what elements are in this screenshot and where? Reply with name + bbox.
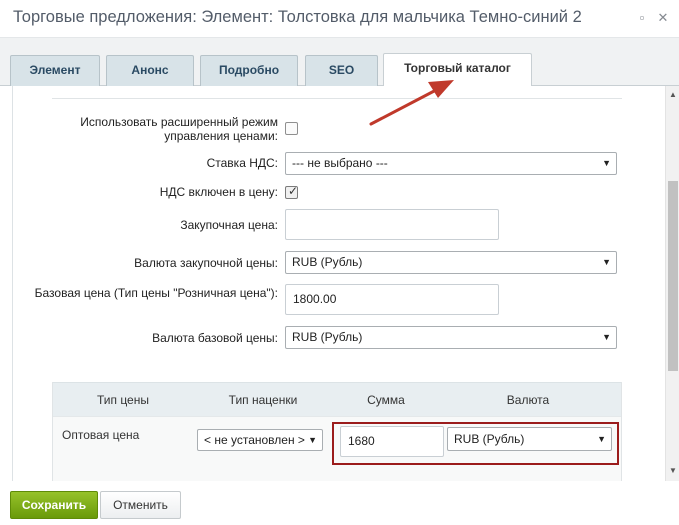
vat-rate-label: Ставка НДС: <box>206 156 278 170</box>
tab-details[interactable]: Подробно <box>200 55 298 86</box>
vat-included-label: НДС включен в цену: <box>159 185 278 199</box>
cancel-button[interactable]: Отменить <box>100 491 181 519</box>
base-currency-label: Валюта базовой цены: <box>152 331 278 345</box>
chevron-down-icon: ▼ <box>602 257 611 267</box>
scrollbar[interactable]: ▲ ▼ <box>665 86 679 481</box>
scroll-up-icon[interactable]: ▲ <box>666 88 679 102</box>
minimize-icon[interactable]: ▫ <box>633 9 651 27</box>
scrollbar-thumb[interactable] <box>668 181 678 371</box>
markup-type-value: < не установлен > <box>204 433 305 447</box>
save-button[interactable]: Сохранить <box>10 491 98 519</box>
divider <box>52 98 622 99</box>
tab-element[interactable]: Элемент <box>10 55 100 86</box>
table-row: Оптовая цена < не установлен > ▼ 1680 RU… <box>53 416 621 481</box>
tab-seo[interactable]: SEO <box>305 55 378 86</box>
row-currency-select[interactable]: RUB (Рубль) ▼ <box>447 427 612 451</box>
tab-bar: Элемент Анонс Подробно SEO Торговый ката… <box>0 38 679 87</box>
base-price-label: Базовая цена (Тип цены "Розничная цена")… <box>34 286 278 300</box>
chevron-down-icon: ▼ <box>306 430 317 450</box>
extended-price-mode-checkbox[interactable] <box>285 122 298 135</box>
checkmark-icon: ✓ <box>288 184 299 198</box>
window-titlebar: Торговые предложения: Элемент: Толстовка… <box>0 0 679 38</box>
vat-rate-select[interactable]: --- не выбрано --- ▼ <box>285 152 617 175</box>
vat-rate-value: --- не выбрано --- <box>292 156 388 170</box>
tab-announce[interactable]: Анонс <box>106 55 194 86</box>
amount-input[interactable]: 1680 <box>340 426 444 457</box>
chevron-down-icon: ▼ <box>602 332 611 342</box>
price-table-header: Тип цены Тип наценки Сумма Валюта <box>53 382 621 416</box>
purchase-currency-label: Валюта закупочной цены: <box>134 256 278 270</box>
purchase-price-label: Закупочная цена: <box>180 218 278 232</box>
header-markup-type: Тип наценки <box>228 393 298 407</box>
purchase-currency-select[interactable]: RUB (Рубль) ▼ <box>285 251 617 274</box>
base-price-input[interactable]: 1800.00 <box>285 284 499 315</box>
base-currency-value: RUB (Рубль) <box>292 330 363 344</box>
scroll-down-icon[interactable]: ▼ <box>666 464 679 478</box>
purchase-currency-value: RUB (Рубль) <box>292 255 363 269</box>
row-currency-value: RUB (Рубль) <box>454 432 525 446</box>
extended-price-mode-label: Использовать расширенный режим управлени… <box>80 115 278 143</box>
chevron-down-icon: ▼ <box>597 434 606 444</box>
price-type-cell: Оптовая цена <box>62 428 140 442</box>
vat-included-checkbox[interactable]: ✓ <box>285 184 299 199</box>
header-amount: Сумма <box>367 393 405 407</box>
trade-catalog-panel: Использовать расширенный режим управлени… <box>12 86 665 481</box>
tab-trade-catalog[interactable]: Торговый каталог <box>383 53 532 87</box>
base-currency-select[interactable]: RUB (Рубль) ▼ <box>285 326 617 349</box>
purchase-price-input[interactable] <box>285 209 499 240</box>
chevron-down-icon: ▼ <box>602 158 611 168</box>
price-table: Тип цены Тип наценки Сумма Валюта Оптова… <box>52 382 622 481</box>
dialog-footer: Сохранить Отменить <box>0 481 679 525</box>
window-title: Торговые предложения: Элемент: Толстовка… <box>13 8 582 26</box>
header-price-type: Тип цены <box>96 393 149 407</box>
close-icon[interactable]: ✕ <box>654 9 672 27</box>
header-currency: Валюта <box>506 393 550 407</box>
markup-type-select[interactable]: < не установлен > ▼ <box>197 429 323 451</box>
